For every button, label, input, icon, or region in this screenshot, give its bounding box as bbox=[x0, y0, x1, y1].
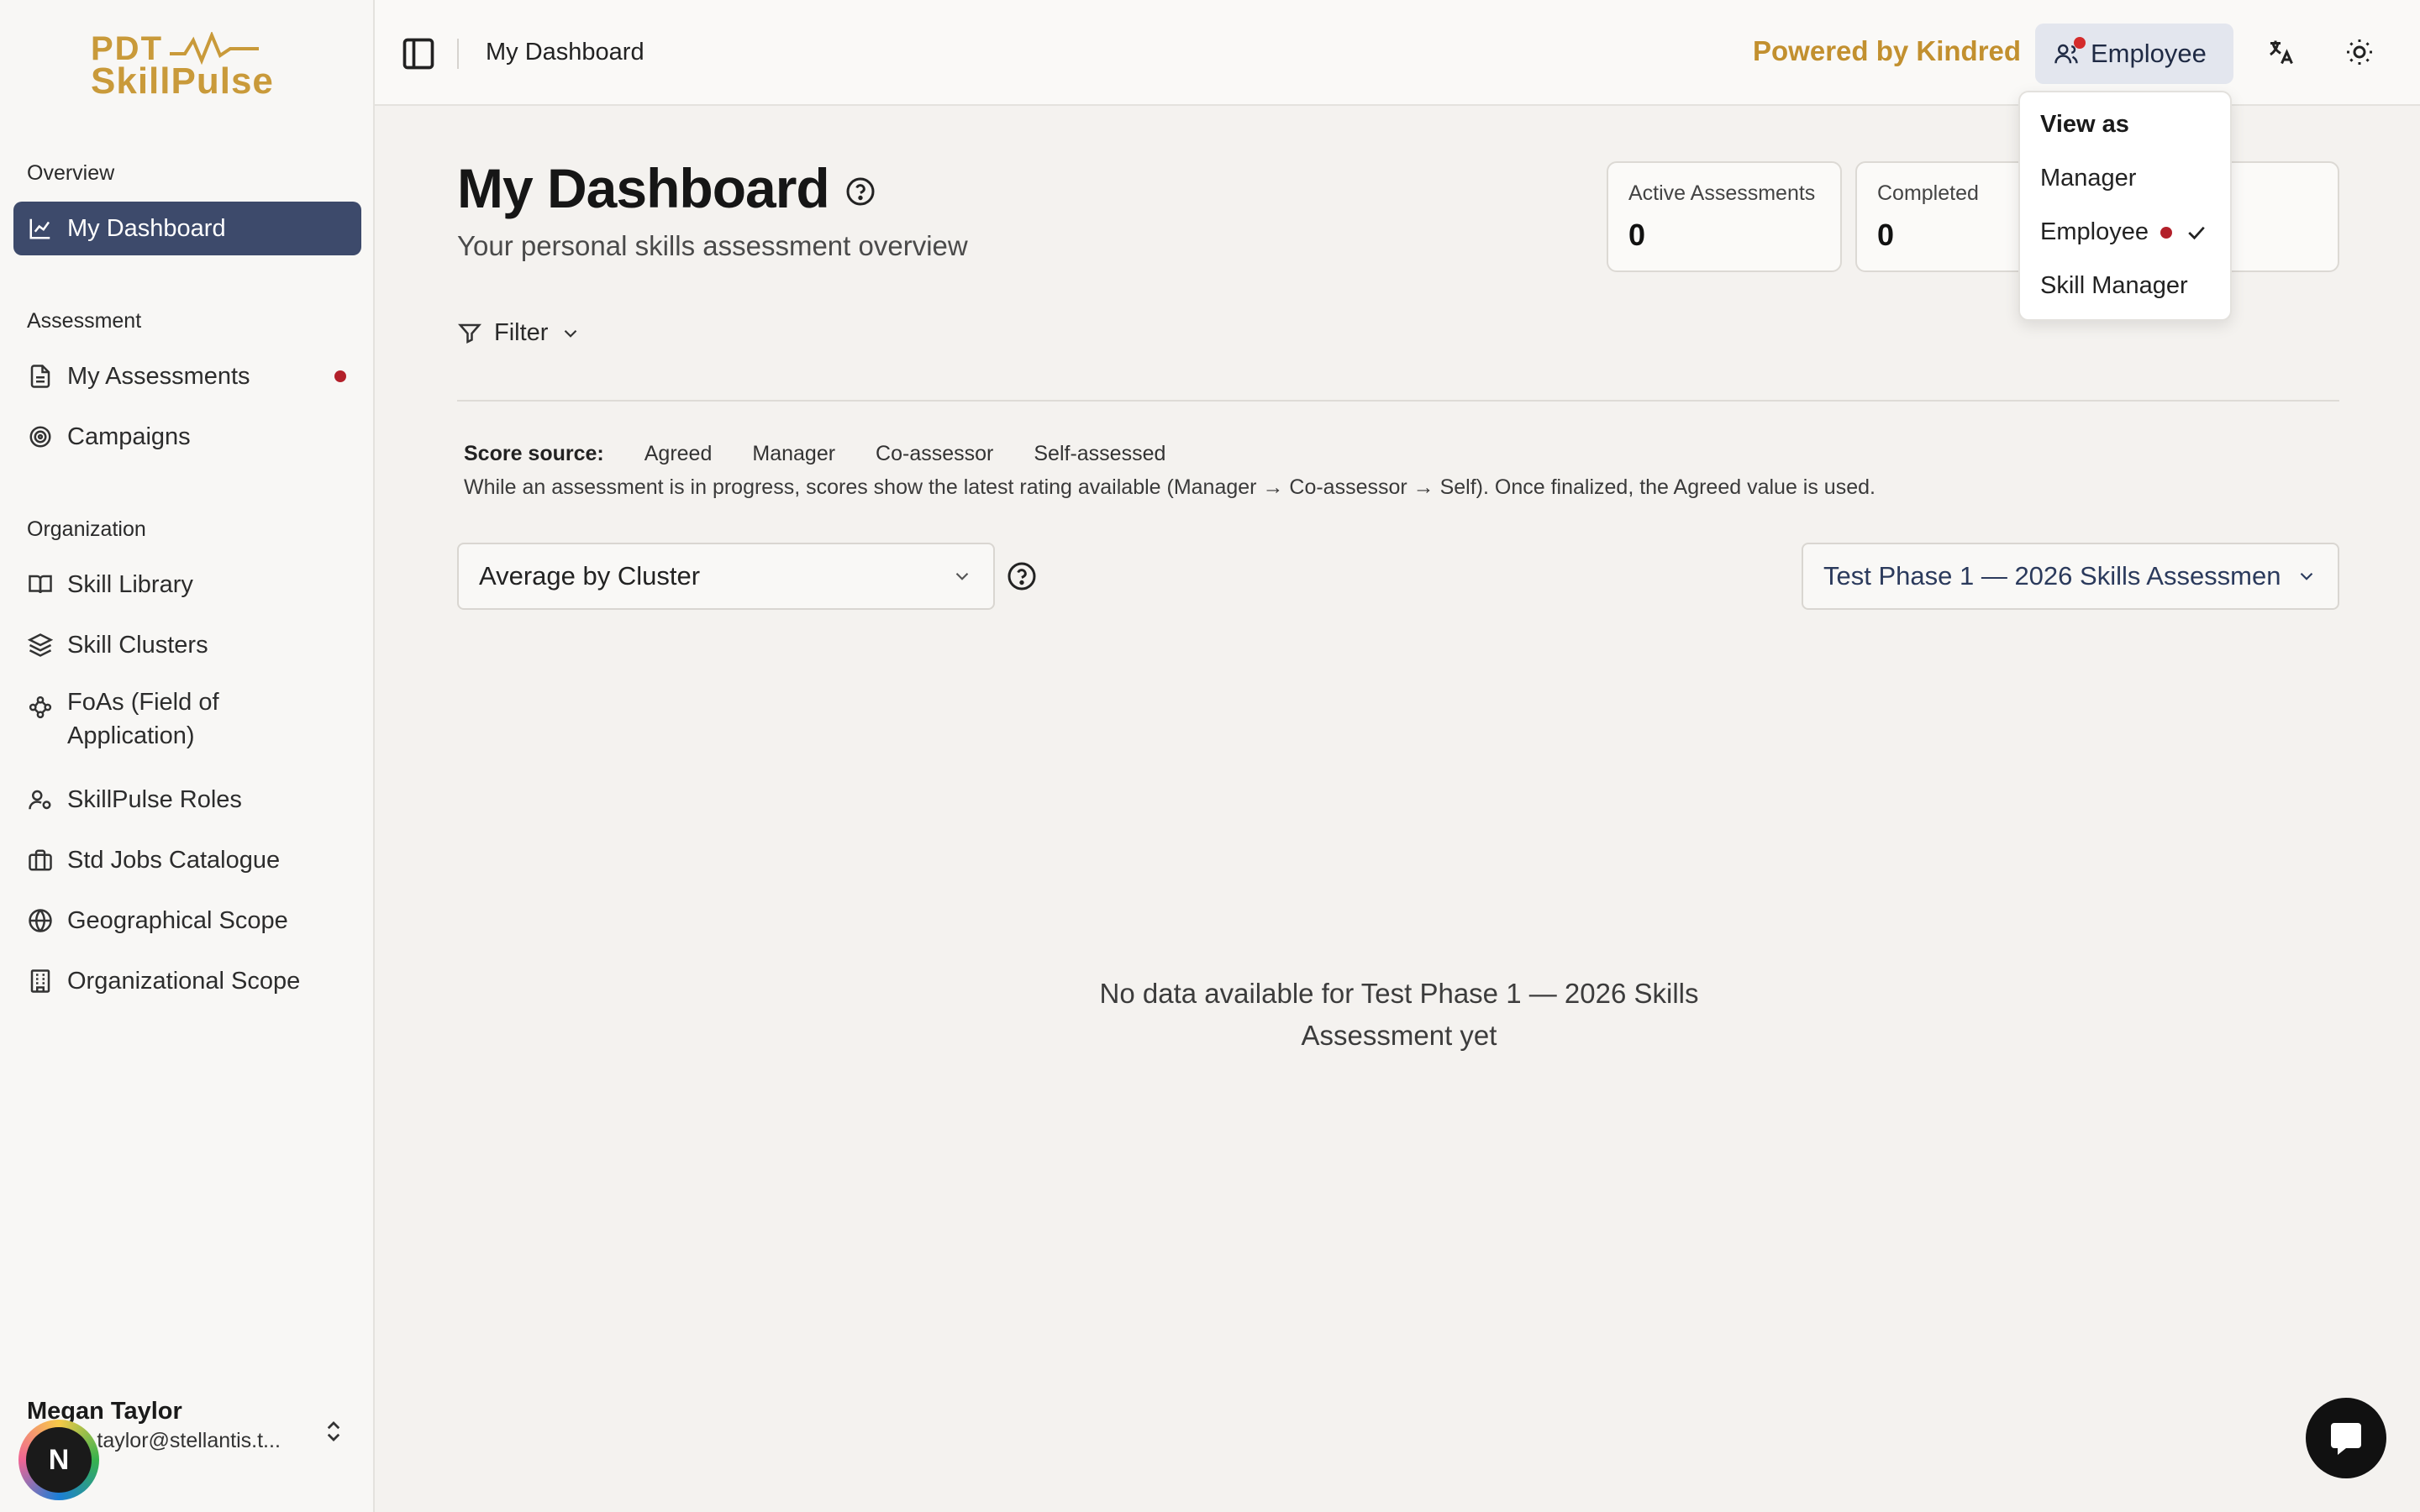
sidebar-item-geographical-scope[interactable]: Geographical Scope bbox=[13, 894, 361, 948]
notification-dot bbox=[2074, 37, 2086, 49]
view-select-value: Average by Cluster bbox=[479, 561, 701, 591]
legend-item: Agreed bbox=[644, 442, 713, 465]
menu-item-skill-manager[interactable]: Skill Manager bbox=[2040, 272, 2188, 300]
menu-item-label: Manager bbox=[2040, 165, 2137, 192]
menu-item-employee[interactable]: Employee bbox=[2040, 218, 2209, 246]
divider bbox=[457, 400, 2339, 402]
check-icon bbox=[2188, 226, 2205, 239]
role-switch-button[interactable]: Employee bbox=[2035, 24, 2233, 84]
chevrons-up-down-icon[interactable] bbox=[321, 1416, 346, 1446]
globe-icon bbox=[27, 907, 54, 934]
stat-label: Active Assessments bbox=[1628, 181, 1816, 205]
sidebar-item-std-jobs-catalogue[interactable]: Std Jobs Catalogue bbox=[13, 833, 361, 887]
sidebar-item-skill-clusters[interactable]: Skill Clusters bbox=[13, 618, 361, 672]
sidebar-item-label: Skill Clusters bbox=[67, 631, 208, 659]
sidebar-toggle-icon[interactable] bbox=[400, 35, 437, 72]
sidebar-item-label: Skill Library bbox=[67, 570, 193, 598]
section-label-overview: Overview bbox=[27, 161, 115, 185]
role-dropdown-menu: View as Manager Employee Skill Manager bbox=[2018, 91, 2232, 321]
legend-item: Manager bbox=[752, 442, 836, 465]
legend-item: Self-assessed bbox=[1034, 442, 1166, 465]
sidebar-item-campaigns[interactable]: Campaigns bbox=[13, 410, 361, 464]
notification-dot bbox=[2160, 226, 2172, 239]
legend-item: Co-assessor bbox=[876, 442, 994, 465]
help-circle-icon[interactable] bbox=[1007, 561, 1037, 591]
sidebar-item-label: Geographical Scope bbox=[67, 906, 288, 934]
chevron-down-icon bbox=[565, 329, 577, 338]
sidebar-item-skill-library[interactable]: Skill Library bbox=[13, 558, 361, 612]
building-icon bbox=[27, 968, 54, 995]
translate-icon[interactable] bbox=[2262, 34, 2299, 71]
role-button-label: Employee bbox=[2091, 39, 2207, 68]
chevron-down-icon bbox=[2300, 572, 2313, 580]
page-subtitle: Your personal skills assessment overview bbox=[457, 230, 968, 261]
filter-button[interactable]: Filter bbox=[457, 319, 581, 347]
chevron-down-icon bbox=[955, 572, 969, 580]
filter-icon bbox=[457, 323, 482, 344]
sidebar-item-label: FoAs (Field of Application) bbox=[67, 689, 219, 749]
campaign-select-value: Test Phase 1 — 2026 Skills Assessmen bbox=[1823, 561, 2281, 591]
user-gear-icon bbox=[27, 786, 54, 813]
book-open-icon bbox=[27, 571, 54, 598]
notification-dot bbox=[334, 370, 346, 382]
document-icon bbox=[27, 363, 54, 390]
breadcrumb: My Dashboard bbox=[486, 39, 644, 66]
target-icon bbox=[27, 423, 54, 450]
user-name: Megan Taylor bbox=[27, 1398, 182, 1425]
sidebar-item-foas[interactable]: FoAs (Field of Application) bbox=[13, 679, 361, 749]
layers-icon bbox=[27, 632, 54, 659]
dropdown-heading: View as bbox=[2040, 111, 2129, 138]
sidebar-item-organizational-scope[interactable]: Organizational Scope bbox=[13, 954, 361, 1008]
help-circle-icon[interactable] bbox=[845, 176, 876, 207]
chat-button[interactable] bbox=[2306, 1398, 2386, 1478]
menu-item-manager[interactable]: Manager bbox=[2040, 165, 2136, 192]
score-source-label: Score source: bbox=[464, 442, 604, 465]
powered-by-label: Powered by Kindred bbox=[1753, 35, 2022, 66]
divider bbox=[457, 39, 459, 69]
score-source-legend: Score source: Agreed Manager Co-assessor… bbox=[464, 442, 1165, 466]
campaign-select[interactable]: Test Phase 1 — 2026 Skills Assessmen bbox=[1802, 543, 2339, 610]
filter-label: Filter bbox=[494, 319, 549, 346]
sun-icon[interactable] bbox=[2341, 34, 2378, 71]
section-label-organization: Organization bbox=[27, 517, 146, 541]
menu-item-label: Skill Manager bbox=[2040, 272, 2188, 299]
sidebar-item-my-assessments[interactable]: My Assessments bbox=[13, 349, 361, 403]
stat-card-active-assessments: Active Assessments 0 bbox=[1607, 161, 1842, 272]
sidebar: PDT SkillPulse Overview My Dashboard Ass… bbox=[0, 0, 375, 1512]
sidebar-item-label: SkillPulse Roles bbox=[67, 785, 242, 813]
chart-line-icon bbox=[27, 215, 54, 242]
avatar-letter: N bbox=[26, 1427, 92, 1493]
sidebar-item-label: My Dashboard bbox=[67, 214, 226, 242]
sidebar-item-label: Campaigns bbox=[67, 423, 191, 450]
sidebar-item-label: My Assessments bbox=[67, 362, 250, 390]
sidebar-item-skillpulse-roles[interactable]: SkillPulse Roles bbox=[13, 773, 361, 827]
logo-text-line2: SkillPulse bbox=[91, 60, 274, 102]
sidebar-item-label: Std Jobs Catalogue bbox=[67, 846, 281, 874]
page-title: My Dashboard bbox=[457, 157, 830, 219]
avatar[interactable]: N bbox=[18, 1420, 99, 1500]
view-select[interactable]: Average by Cluster bbox=[457, 543, 995, 610]
chat-bubble-icon bbox=[2331, 1423, 2361, 1455]
app-logo[interactable]: PDT SkillPulse bbox=[91, 32, 292, 108]
nodes-icon bbox=[27, 694, 54, 721]
empty-state-message: No data available for Test Phase 1 — 202… bbox=[1099, 978, 1699, 1051]
menu-item-label: Employee bbox=[2040, 218, 2149, 245]
stat-value: 0 bbox=[1628, 218, 1646, 252]
sidebar-item-label: Organizational Scope bbox=[67, 967, 301, 995]
sidebar-item-my-dashboard[interactable]: My Dashboard bbox=[13, 202, 361, 255]
briefcase-icon bbox=[27, 847, 54, 874]
score-source-note: While an assessment is in progress, scor… bbox=[464, 475, 1876, 499]
section-label-assessment: Assessment bbox=[27, 309, 142, 333]
